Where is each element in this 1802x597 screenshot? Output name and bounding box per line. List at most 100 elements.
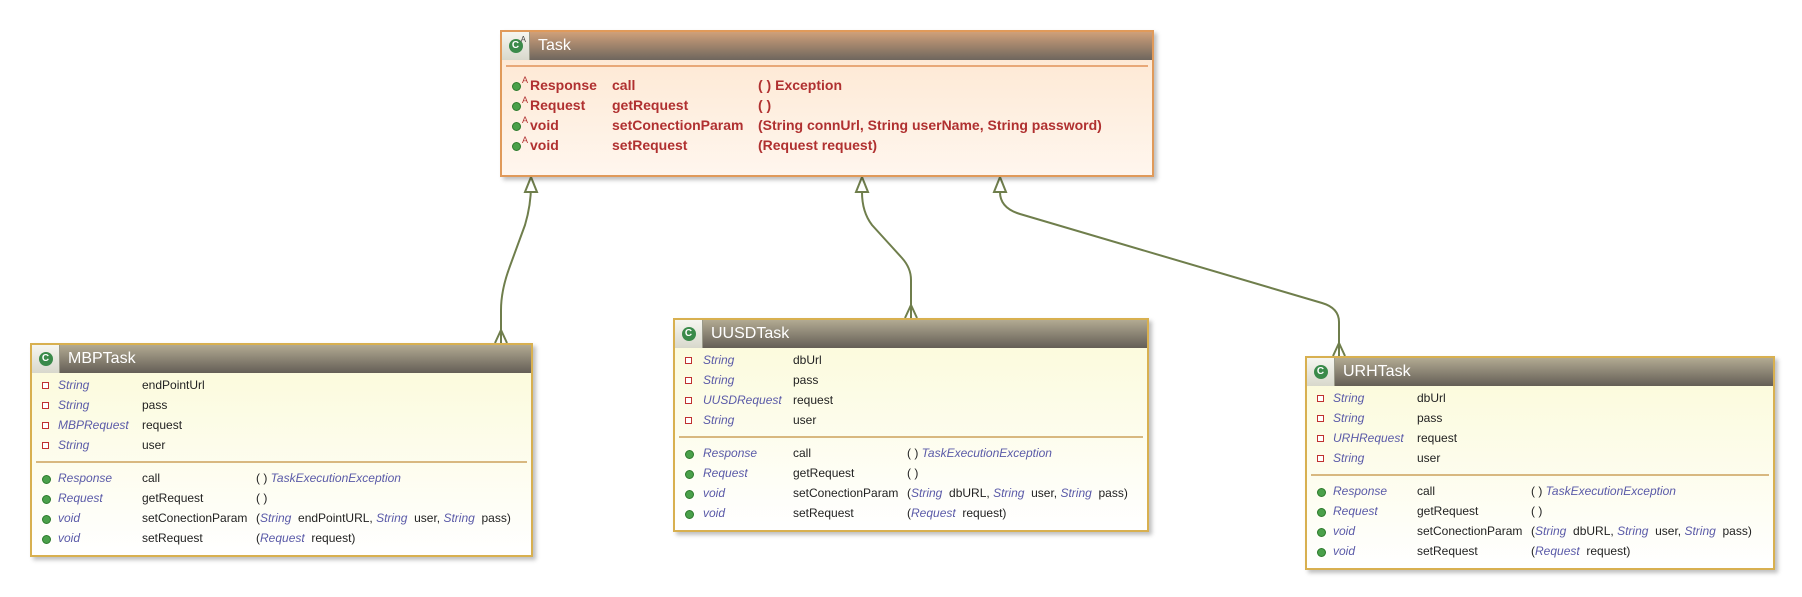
field-name: pass: [1417, 411, 1443, 425]
public-method-icon: [42, 475, 51, 484]
public-method-icon: [42, 495, 51, 504]
method-name: getRequest: [1417, 504, 1479, 518]
method-name: setConectionParam: [612, 117, 744, 133]
method-row[interactable]: A Response call ( ) Exception: [502, 74, 1152, 94]
method-name: setRequest: [612, 137, 688, 153]
method-params: ( ) Exception: [758, 77, 843, 93]
field-name: dbUrl: [1417, 391, 1446, 405]
public-method-icon: [1317, 488, 1326, 497]
field-name: user: [142, 438, 166, 452]
private-field-icon: [685, 397, 692, 404]
method-row[interactable]: void setRequest (Request request): [1307, 541, 1773, 561]
method-row[interactable]: Request getRequest ( ): [1307, 501, 1773, 521]
class-mbptask[interactable]: C MBPTask String endPointUrl String pass M…: [30, 343, 533, 557]
compartment-divider: [1311, 474, 1769, 476]
method-return-type: Response: [58, 471, 113, 485]
method-row[interactable]: Request getRequest ( ): [32, 488, 531, 508]
public-method-icon: [512, 102, 521, 111]
private-field-icon: [685, 377, 692, 384]
private-field-icon: [1317, 435, 1324, 442]
method-row[interactable]: A void setConectionParam (String connUrl…: [502, 114, 1152, 134]
method-row[interactable]: void setRequest (Request request): [32, 528, 531, 548]
method-row[interactable]: Response call ( ) TaskExecutionException: [32, 468, 531, 488]
field-name: request: [142, 418, 183, 432]
abstract-class-icon: CA: [502, 32, 530, 60]
field-row[interactable]: String pass: [32, 395, 531, 415]
class-name: URHTask: [1343, 363, 1411, 380]
private-field-icon: [42, 422, 49, 429]
method-params: (String dbURL, String user, String pass): [1531, 524, 1752, 538]
field-row[interactable]: String pass: [675, 370, 1147, 390]
method-return-type: void: [703, 506, 726, 520]
field-type: MBPRequest: [58, 418, 129, 432]
field-row[interactable]: URHRequest request: [1307, 428, 1773, 448]
method-row[interactable]: void setConectionParam (String endPointURL…: [32, 508, 531, 528]
method-row[interactable]: A Request getRequest ( ): [502, 94, 1152, 114]
method-return-type: Response: [530, 77, 597, 93]
methods-compartment: Response call ( ) TaskExecutionException R…: [675, 441, 1147, 526]
method-return-type: void: [58, 511, 81, 525]
public-method-icon: [1317, 528, 1326, 537]
method-params: ( ) TaskExecutionException: [1531, 484, 1676, 498]
method-params: (Request request): [758, 137, 878, 153]
method-name: setConectionParam: [142, 511, 248, 525]
field-row[interactable]: String endPointUrl: [32, 375, 531, 395]
field-row[interactable]: String dbUrl: [675, 350, 1147, 370]
method-params: (Request request): [256, 531, 356, 545]
field-row[interactable]: String user: [675, 410, 1147, 430]
method-params: ( ): [1531, 504, 1543, 518]
method-row[interactable]: Request getRequest ( ): [675, 463, 1147, 483]
method-name: call: [793, 446, 812, 460]
method-params: (Request request): [907, 506, 1007, 520]
class-icon: C: [32, 345, 60, 373]
private-field-icon: [1317, 395, 1324, 402]
field-type: String: [703, 373, 735, 387]
field-type: URHRequest: [1333, 431, 1404, 445]
field-row[interactable]: String pass: [1307, 408, 1773, 428]
public-method-icon: [1317, 548, 1326, 557]
field-type: String: [1333, 451, 1365, 465]
class-task[interactable]: CA Task A Response call ( ) Exception A …: [500, 30, 1154, 177]
method-name: getRequest: [793, 466, 855, 480]
private-field-icon: [685, 417, 692, 424]
method-params: ( ): [256, 491, 268, 505]
private-field-icon: [1317, 455, 1324, 462]
method-return-type: void: [703, 486, 726, 500]
class-mbptask-header: C MBPTask: [32, 345, 531, 373]
realization-arrowhead-uusd: [854, 174, 870, 193]
public-method-icon: [685, 450, 694, 459]
field-row[interactable]: String dbUrl: [1307, 388, 1773, 408]
method-row[interactable]: Response call ( ) TaskExecutionException: [1307, 481, 1773, 501]
class-icon: C: [1307, 358, 1335, 386]
method-params: (Request request): [1531, 544, 1631, 558]
method-name: setConectionParam: [793, 486, 899, 500]
method-name: setRequest: [793, 506, 854, 520]
field-row[interactable]: MBPRequest request: [32, 415, 531, 435]
public-method-icon: [685, 490, 694, 499]
method-row[interactable]: A void setRequest (Request request): [502, 134, 1152, 154]
method-return-type: void: [58, 531, 81, 545]
field-name: request: [1417, 431, 1458, 445]
field-row[interactable]: UUSDRequest request: [675, 390, 1147, 410]
field-row[interactable]: String user: [32, 435, 531, 455]
field-name: request: [793, 393, 834, 407]
public-method-icon: [512, 82, 521, 91]
method-name: call: [612, 77, 636, 93]
class-uusdtask[interactable]: C UUSDTask String dbUrl String pass UUSDRe…: [673, 318, 1149, 532]
field-row[interactable]: String user: [1307, 448, 1773, 468]
method-row[interactable]: void setConectionParam (String dbURL, Stri…: [1307, 521, 1773, 541]
field-name: user: [793, 413, 817, 427]
method-row[interactable]: void setRequest (Request request): [675, 503, 1147, 523]
public-method-icon: [42, 535, 51, 544]
method-params: (String dbURL, String user, String pass): [907, 486, 1128, 500]
method-row[interactable]: void setConectionParam (String dbURL, Stri…: [675, 483, 1147, 503]
method-return-type: Request: [530, 97, 586, 113]
field-type: String: [58, 398, 90, 412]
abstract-marker: A: [522, 75, 529, 85]
edge-mbp-to-task: [500, 184, 532, 343]
public-method-icon: [685, 470, 694, 479]
method-row[interactable]: Response call ( ) TaskExecutionException: [675, 443, 1147, 463]
field-type: String: [1333, 411, 1365, 425]
class-urhtask[interactable]: C URHTask String dbUrl String pass URHRequ…: [1305, 356, 1775, 570]
method-name: call: [1417, 484, 1436, 498]
